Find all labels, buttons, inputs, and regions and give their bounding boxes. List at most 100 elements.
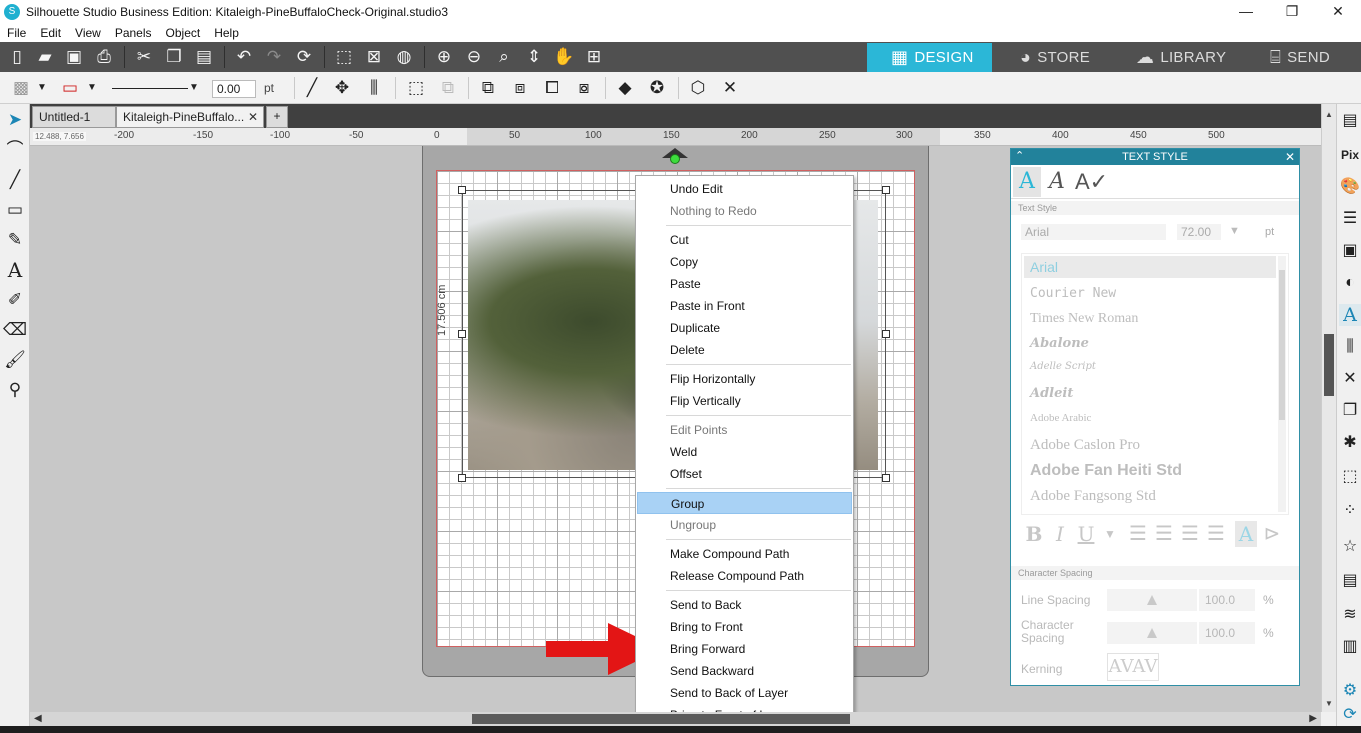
menu-weld[interactable]: Weld <box>637 441 852 463</box>
scroll-right-icon[interactable]: ▶ <box>1309 713 1317 724</box>
star-panel-icon[interactable]: ☆ <box>1339 536 1361 558</box>
vertical-scrollbar[interactable]: ▲ ▼ <box>1321 104 1336 712</box>
menu-make-compound-path[interactable]: Make Compound Path <box>637 543 852 565</box>
doc-tab-untitled[interactable]: Untitled-1 <box>32 106 116 128</box>
font-size-dropdown-icon[interactable]: ▼ <box>1229 225 1240 237</box>
font-item[interactable]: Adobe Caslon Pro <box>1030 437 1140 454</box>
menu-duplicate[interactable]: Duplicate <box>637 317 852 339</box>
scroll-up-icon[interactable]: ▲ <box>1325 110 1333 119</box>
underline-dropdown-icon[interactable]: ▼ <box>1099 521 1121 547</box>
line-color-dropdown-icon[interactable]: ▼ <box>86 78 98 98</box>
open-folder-icon[interactable]: ▰ <box>34 47 56 67</box>
select-all-icon[interactable]: ⬚ <box>333 47 355 67</box>
underline-button[interactable]: U <box>1075 521 1097 547</box>
text-warp-tab-icon[interactable]: A✓ <box>1075 167 1108 197</box>
scale-icon[interactable]: ⬚ <box>405 78 427 98</box>
menu-paste-in-front[interactable]: Paste in Front <box>637 295 852 317</box>
fill-dropdown-icon[interactable]: ▼ <box>36 78 48 98</box>
minimize-button[interactable]: — <box>1223 0 1269 24</box>
close-panel-icon[interactable]: ✕ <box>1285 149 1295 165</box>
menu-view[interactable]: View <box>68 26 108 40</box>
menu-help[interactable]: Help <box>207 26 246 40</box>
eraser-tool-icon[interactable]: ⌫ <box>3 318 27 342</box>
new-document-icon[interactable]: ▯ <box>6 47 28 67</box>
menu-paste[interactable]: Paste <box>637 273 852 295</box>
ungroup-icon[interactable]: ⧈ <box>509 78 531 98</box>
pan-hand-icon[interactable]: ✋ <box>553 47 575 67</box>
menu-delete[interactable]: Delete <box>637 339 852 361</box>
add-tab-button[interactable]: + <box>266 106 288 128</box>
eyedropper-tool-icon[interactable]: ⚲ <box>3 378 27 402</box>
menu-panels[interactable]: Panels <box>108 26 159 40</box>
kerning-sample[interactable]: AVAV <box>1107 653 1159 681</box>
font-item[interactable]: Adobe Arabic <box>1030 412 1091 424</box>
justify-icon[interactable]: ☰ <box>1205 521 1227 547</box>
resize-handle-mr[interactable] <box>882 330 890 338</box>
font-item[interactable]: Times New Roman <box>1030 311 1138 327</box>
font-item-arial[interactable]: Arial <box>1024 256 1276 278</box>
offset-icon[interactable]: ⬚ <box>1339 466 1361 488</box>
menu-send-to-back-of-layer[interactable]: Send to Back of Layer <box>637 682 852 704</box>
3d-box-icon[interactable]: ⬡ <box>687 78 709 98</box>
pencil-tool-icon[interactable]: ✎ <box>3 228 27 252</box>
resize-handle-bl[interactable] <box>458 474 466 482</box>
tab-library[interactable]: ☁ LIBRARY <box>1136 43 1266 72</box>
doc-tab-active[interactable]: Kitaleigh-PineBuffalo... ✕ <box>116 106 264 128</box>
sketch-icon[interactable]: ≋ <box>1339 604 1361 626</box>
rectangle-tool-icon[interactable]: ▭ <box>3 198 27 222</box>
align-icon[interactable]: ⫼ <box>363 78 385 98</box>
page-setup-icon[interactable]: ▤ <box>1339 110 1361 132</box>
font-item[interactable]: Courier New <box>1030 286 1116 301</box>
paste-icon[interactable]: ▤ <box>193 47 215 67</box>
menu-release-compound-path[interactable]: Release Compound Path <box>637 565 852 587</box>
menu-send-backward[interactable]: Send Backward <box>637 660 852 682</box>
line-tool-icon[interactable]: ╱ <box>3 168 27 192</box>
knife-tool-icon[interactable]: ✐ <box>3 288 27 312</box>
brush-tool-icon[interactable]: 🖌 <box>3 348 27 372</box>
text-style-icon[interactable]: A <box>1339 304 1361 326</box>
pixscan-icon[interactable]: Pix <box>1339 144 1361 166</box>
collapse-icon[interactable]: ⌃ <box>1015 148 1024 164</box>
modify-icon[interactable]: ✱ <box>1339 432 1361 454</box>
font-item[interactable]: Abalone <box>1030 336 1089 351</box>
save-icon[interactable]: ▣ <box>63 47 85 67</box>
select-arrow-icon[interactable]: ➤ <box>3 108 27 132</box>
font-style-tab-icon[interactable]: A <box>1043 167 1071 197</box>
align-right-icon[interactable]: ☰ <box>1179 521 1201 547</box>
zoom-out-icon[interactable]: ⊖ <box>463 47 485 67</box>
font-list[interactable]: Arial Courier New Times New Roman Abalon… <box>1021 253 1289 515</box>
menu-offset[interactable]: Offset <box>637 463 852 485</box>
horizontal-scrollbar[interactable]: ◀ ▶ <box>30 712 1321 726</box>
tab-design[interactable]: ▦ DESIGN <box>867 43 992 72</box>
resize-handle-tr[interactable] <box>882 186 890 194</box>
stroke-width-input[interactable]: 0.00 <box>212 80 256 98</box>
close-x-icon[interactable]: ✕ <box>719 78 741 98</box>
sync-icon[interactable]: ⟳ <box>1339 704 1361 726</box>
zoom-in-icon[interactable]: ⊕ <box>433 47 455 67</box>
resize-handle-ml[interactable] <box>458 330 466 338</box>
release-compound-icon[interactable]: ⧇ <box>573 78 595 98</box>
horizontal-scroll-thumb[interactable] <box>472 714 850 724</box>
fill-color-icon[interactable]: 🎨 <box>1339 176 1361 198</box>
library-panel-icon[interactable]: ▥ <box>1339 636 1361 658</box>
transparency-icon[interactable]: ◐ <box>1339 272 1361 294</box>
text-style-tab-icon[interactable]: A <box>1013 167 1041 197</box>
line-spacing-input[interactable]: 100.0 <box>1199 589 1255 611</box>
scroll-down-icon[interactable]: ▼ <box>1325 699 1333 708</box>
font-item[interactable]: Adleit <box>1030 386 1073 401</box>
copy-icon[interactable]: ❐ <box>163 47 185 67</box>
close-window-button[interactable]: ✕ <box>1315 0 1361 24</box>
horizontal-text-icon[interactable]: A <box>1235 521 1257 547</box>
replicate-icon[interactable]: ❐ <box>1339 400 1361 422</box>
menu-flip-vertically[interactable]: Flip Vertically <box>637 390 852 412</box>
panel-header[interactable]: ⌃ TEXT STYLE ✕ <box>1011 149 1299 165</box>
deselect-icon[interactable]: ⊠ <box>363 47 385 67</box>
fit-page-icon[interactable]: ⇕ <box>523 47 545 67</box>
menu-object[interactable]: Object <box>159 26 208 40</box>
tab-store[interactable]: ◕ STORE <box>1020 43 1130 72</box>
scroll-left-icon[interactable]: ◀ <box>34 713 42 724</box>
trace-select-icon[interactable]: ◍ <box>393 47 415 67</box>
menu-undo-edit[interactable]: Undo Edit <box>637 178 852 200</box>
fit-to-window-icon[interactable]: ⊞ <box>583 47 605 67</box>
align-panel-icon[interactable]: ⫼ <box>1339 336 1361 358</box>
